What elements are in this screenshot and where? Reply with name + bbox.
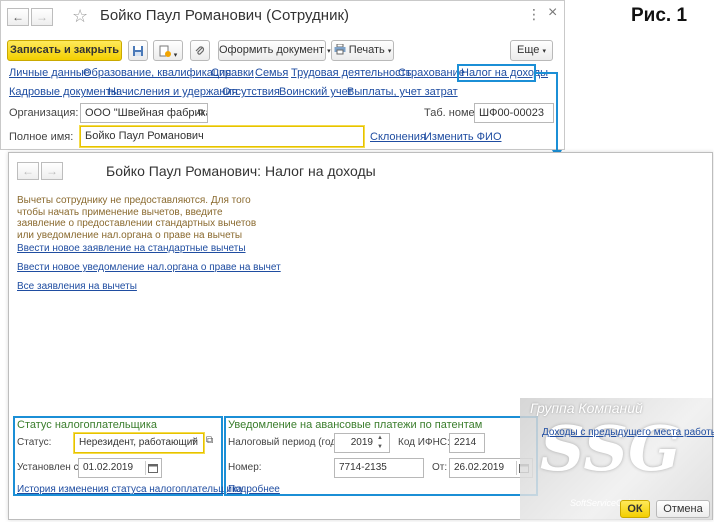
create-document-button[interactable]: Оформить документ ▾ xyxy=(218,40,331,61)
more-label: Еще xyxy=(517,44,540,56)
forward-button[interactable]: → xyxy=(31,8,53,26)
ok-button[interactable]: ОК xyxy=(620,500,650,518)
full-name-field[interactable]: Бойко Паул Романович xyxy=(80,126,364,147)
disk-icon xyxy=(133,46,143,56)
watermark-ssg: SSG xyxy=(540,412,682,485)
nav-accruals[interactable]: Начисления и удержания xyxy=(108,86,238,98)
save-icon-button[interactable] xyxy=(128,40,148,61)
window-title: Бойко Паул Романович (Сотрудник) xyxy=(100,7,350,24)
chevron-down-icon: ▾ xyxy=(542,48,546,55)
taxpayer-status-title: Статус налогоплательщика xyxy=(17,419,158,431)
pointer-arrow xyxy=(536,72,562,159)
chevron-down-icon: ▾ xyxy=(173,52,178,59)
print-button[interactable]: Печать ▾ xyxy=(331,40,394,61)
status-label: Статус: xyxy=(17,437,52,448)
tax-period-value: 2019 xyxy=(350,437,373,448)
document-add-icon xyxy=(159,45,171,57)
nav-education[interactable]: Образование, квалификация xyxy=(83,67,231,79)
patent-notice-title: Уведомление на авансовые платежи по пате… xyxy=(228,419,483,431)
ifns-code-field[interactable]: 2214 xyxy=(449,433,485,453)
nav-insurance[interactable]: Страхование xyxy=(398,67,465,79)
new-tax-notice-link[interactable]: Ввести новое уведомление нал.органа о пр… xyxy=(17,262,281,273)
highlight-frame-income-tax xyxy=(457,64,536,82)
status-history-link[interactable]: История изменения статуса налогоплательщ… xyxy=(17,484,242,495)
nav-absences[interactable]: Отсутствия xyxy=(222,86,280,98)
cancel-button[interactable]: Отмена xyxy=(656,500,710,518)
more-details-link[interactable]: Подробнее xyxy=(228,484,280,495)
number-field[interactable]: 7714-2135 xyxy=(334,458,424,478)
tax-period-label: Налоговый период (год): xyxy=(228,437,343,448)
status-dropdown-icon[interactable]: ▾ xyxy=(192,437,196,445)
tax-forward-button[interactable]: → xyxy=(41,162,63,180)
set-from-label: Установлен с: xyxy=(17,462,82,473)
nav-military[interactable]: Воинский учет xyxy=(279,86,352,98)
number-label: Номер: xyxy=(228,462,262,473)
change-name-link[interactable]: Изменить ФИО xyxy=(424,131,502,143)
all-deductions-link[interactable]: Все заявления на вычеты xyxy=(17,281,137,292)
declensions-link[interactable]: Склонения xyxy=(370,131,426,143)
set-from-date-value: 01.02.2019 xyxy=(83,462,134,473)
paperclip-icon xyxy=(195,46,205,55)
full-name-value: Бойко Паул Романович xyxy=(85,130,204,142)
deductions-info-text: Вычеты сотруднику не предоставляются. Дл… xyxy=(17,195,257,241)
chevron-down-icon: ▾ xyxy=(387,48,392,55)
save-close-button[interactable]: Записать и закрыть xyxy=(7,40,122,61)
prev-job-income-link[interactable]: Доходы с предыдущего места работы xyxy=(542,427,714,438)
favorite-star-icon[interactable]: ☆ xyxy=(72,6,88,27)
organization-label: Организация: xyxy=(9,107,79,119)
organization-open-button[interactable]: ⧉ xyxy=(195,105,207,121)
create-document-label: Оформить документ xyxy=(219,44,325,56)
figure-label: Рис. 1 xyxy=(631,5,688,26)
status-select[interactable]: Нерезидент, работающий xyxy=(74,433,204,453)
status-value: Нерезидент, работающий xyxy=(79,437,198,448)
nav-personal-data[interactable]: Личные данные xyxy=(9,67,90,79)
spin-up-icon[interactable]: ▲ xyxy=(377,434,383,442)
print-label: Печать xyxy=(348,44,385,56)
nav-employment[interactable]: Трудовая деятельность xyxy=(291,67,411,79)
more-menu-icon[interactable]: ⋮ xyxy=(527,6,541,23)
ifns-code-value: 2214 xyxy=(454,437,477,448)
full-name-label: Полное имя: xyxy=(9,131,74,143)
date-from-label: От: xyxy=(432,462,448,473)
calendar-icon[interactable] xyxy=(145,461,159,475)
set-from-date-field[interactable]: 01.02.2019 xyxy=(78,458,162,478)
tax-back-button[interactable]: ← xyxy=(17,162,39,180)
tax-window-title: Бойко Паул Романович: Налог на доходы xyxy=(106,163,376,179)
number-value: 7714-2135 xyxy=(339,462,387,473)
nav-payments[interactable]: Выплаты, учет затрат xyxy=(347,86,458,98)
status-open-icon[interactable]: ⧉ xyxy=(206,435,213,446)
nav-certificates[interactable]: Справки xyxy=(211,67,254,79)
close-icon[interactable]: × xyxy=(548,4,557,22)
organization-value: ООО "Швейная фабрика" xyxy=(85,107,208,119)
printer-icon xyxy=(334,43,346,55)
nav-hr-documents[interactable]: Кадровые документы xyxy=(9,86,119,98)
new-standard-deduction-link[interactable]: Ввести новое заявление на стандартные вы… xyxy=(17,243,246,254)
back-button[interactable]: ← xyxy=(7,8,29,26)
attach-button[interactable] xyxy=(190,40,210,61)
nav-family[interactable]: Семья xyxy=(255,67,288,79)
more-button[interactable]: Еще ▾ xyxy=(510,40,553,61)
create-based-button[interactable]: ▾ xyxy=(153,40,183,61)
spin-down-icon[interactable]: ▼ xyxy=(377,443,383,451)
organization-field[interactable]: ООО "Швейная фабрика" xyxy=(80,103,208,123)
date-from-value: 26.02.2019 xyxy=(454,462,505,473)
ifns-code-label: Код ИФНС: xyxy=(398,437,450,448)
